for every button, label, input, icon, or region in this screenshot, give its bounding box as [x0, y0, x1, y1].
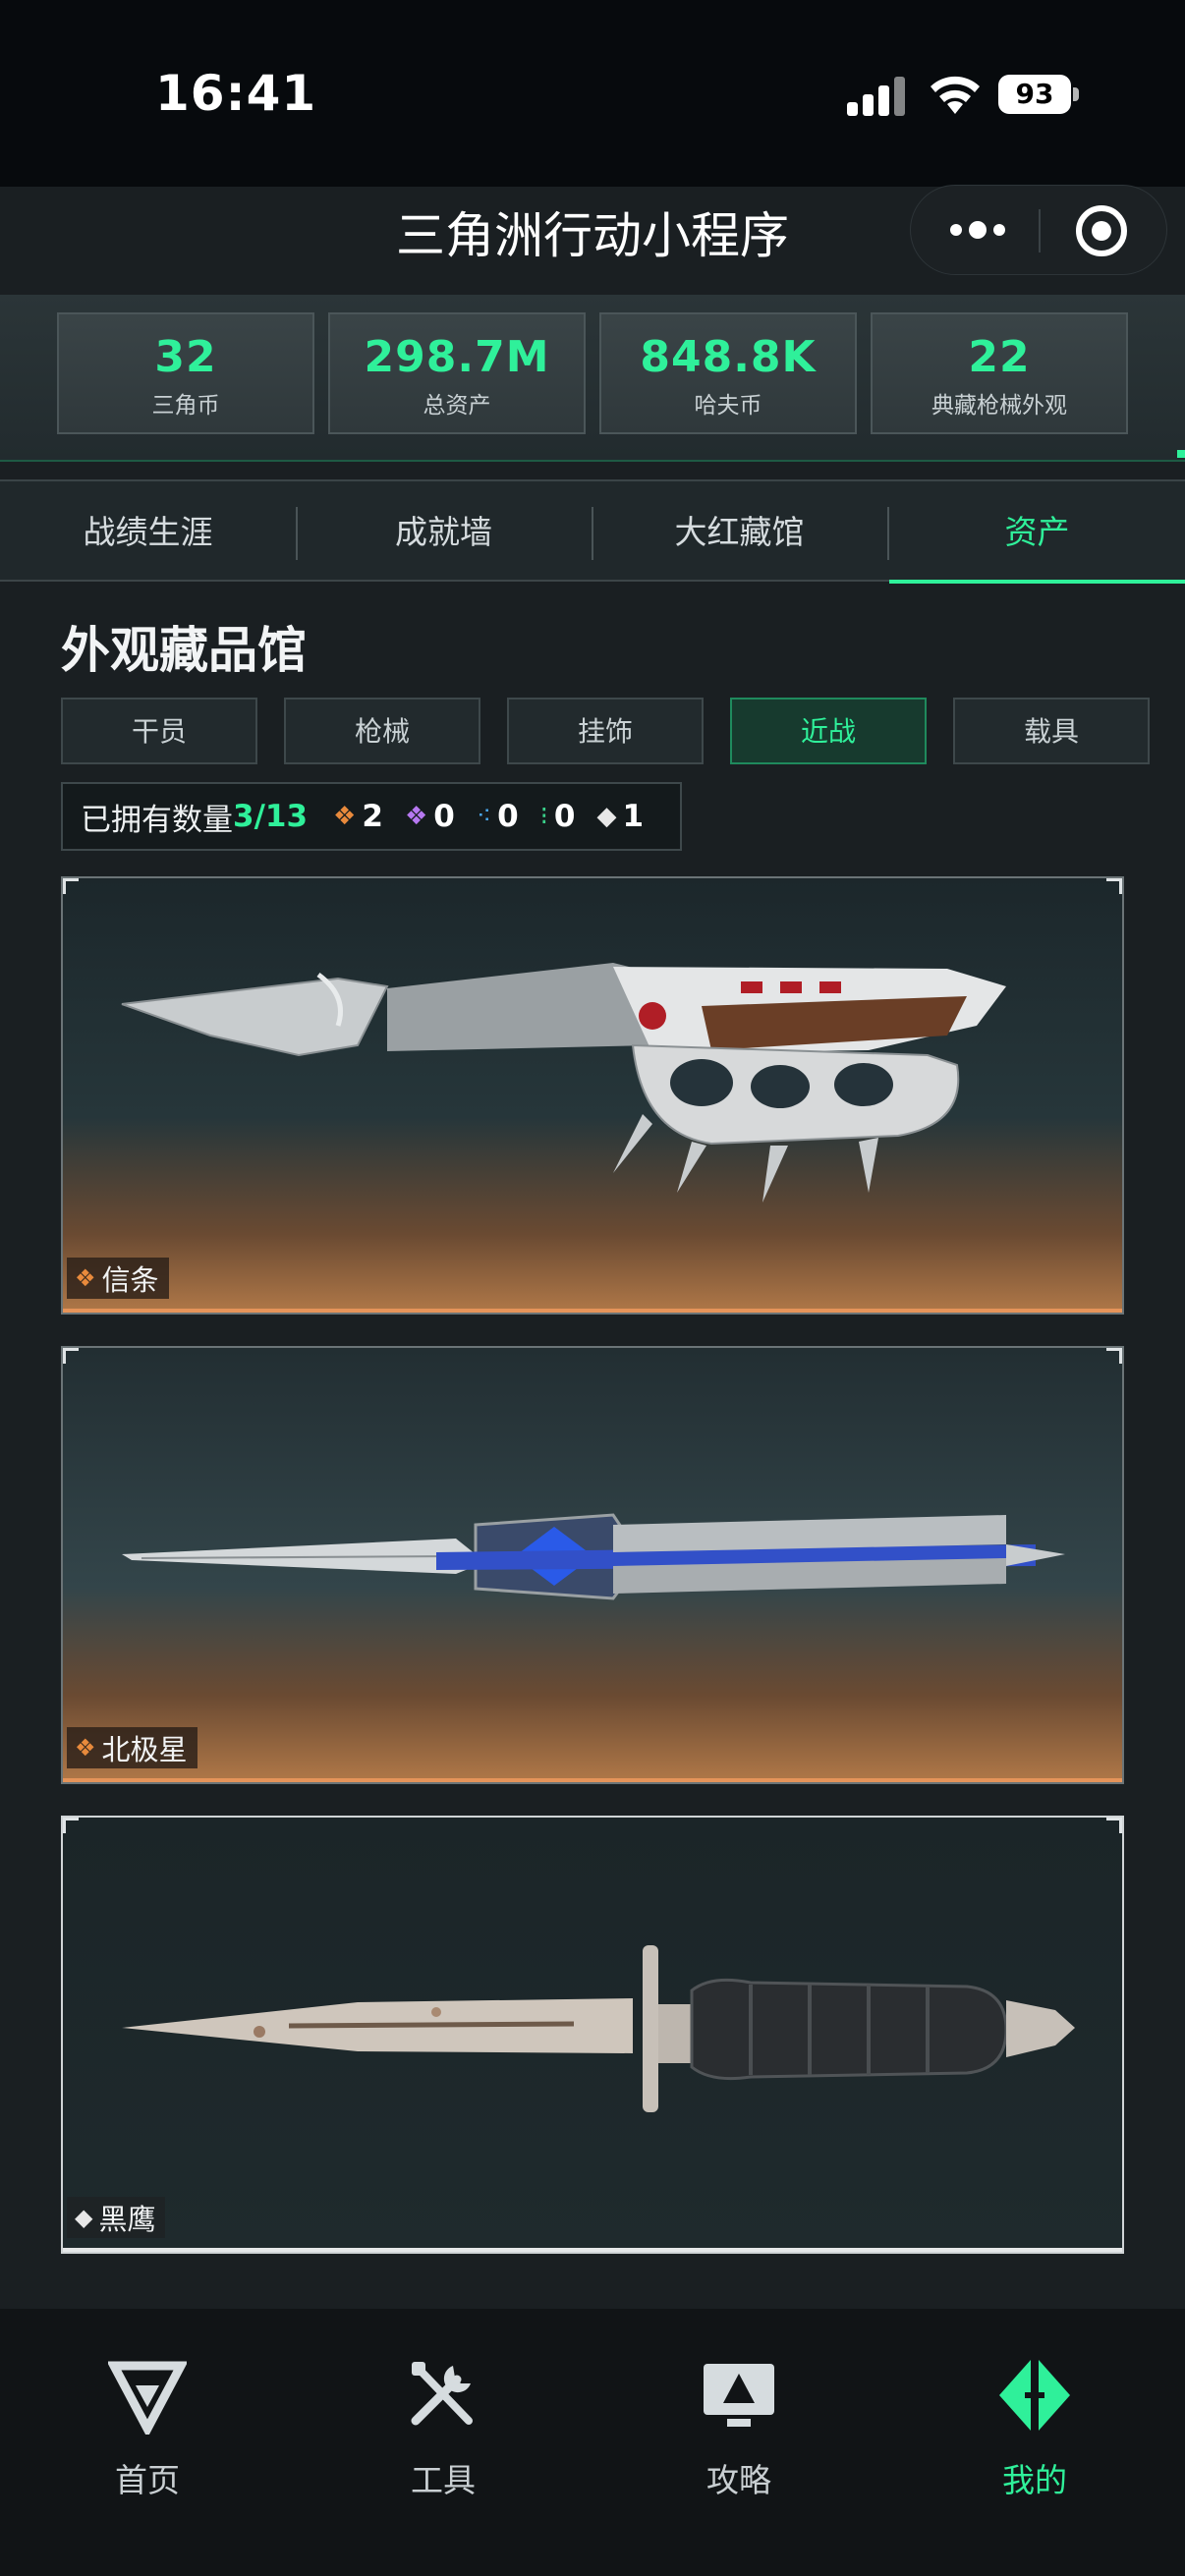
- subtab-charms[interactable]: 挂饰: [507, 698, 704, 764]
- monitor-guide-icon: [704, 2364, 774, 2427]
- tab-red-collection[interactable]: 大红藏馆: [592, 481, 887, 584]
- stat-label: 三角币: [151, 393, 220, 419]
- wifi-icon: [931, 76, 980, 114]
- item-name: 黑鹰: [98, 2203, 156, 2236]
- purple-diamond-icon: ❖: [404, 802, 428, 831]
- white-diamond-icon: ◆: [596, 802, 617, 831]
- orange-diamond-icon: ❖: [75, 1264, 96, 1292]
- rarity-purple: ❖ 0: [404, 799, 455, 834]
- item-name: 北极星: [101, 1733, 188, 1766]
- tab-career[interactable]: 战绩生涯: [0, 481, 296, 584]
- owned-count-bar: 已拥有数量 3/13 ❖ 2 ❖ 0 ⁖ 0 ⁝ 0 ◆ 1: [61, 782, 682, 851]
- signal-icon: [847, 77, 905, 116]
- subtab-melee[interactable]: 近战: [730, 698, 927, 764]
- owned-label: 已拥有数量: [81, 802, 233, 838]
- more-icon[interactable]: [948, 215, 1007, 245]
- stat-value: 32: [154, 332, 217, 382]
- item-card[interactable]: ❖ 信条: [61, 876, 1124, 1315]
- nav-profile[interactable]: 我的: [936, 2356, 1133, 2501]
- subtab-vehicles[interactable]: 载具: [953, 698, 1150, 764]
- nav-home[interactable]: 首页: [49, 2356, 246, 2501]
- profile-diamond-icon: [999, 2360, 1070, 2431]
- stat-value: 22: [968, 332, 1031, 382]
- nav-label: 攻略: [706, 2461, 771, 2499]
- tools-icon: [411, 2362, 473, 2426]
- rarity-white: ◆ 1: [596, 799, 645, 834]
- stat-value: 298.7M: [364, 332, 550, 382]
- section-title: 外观藏品馆: [61, 622, 307, 679]
- combat-knife-image: [122, 1945, 1075, 2112]
- delta-logo-icon: [108, 2361, 187, 2435]
- nav-guides[interactable]: 攻略: [641, 2356, 837, 2501]
- miniprogram-capsule: [910, 185, 1167, 275]
- stat-label: 总资产: [423, 393, 491, 419]
- green-diamond-icon: ⁝: [539, 802, 548, 831]
- status-bar: 16:41 93 三角洲行动小程序: [0, 0, 1185, 275]
- rarity-blue: ⁖ 0: [476, 799, 519, 834]
- nav-label: 工具: [411, 2461, 476, 2499]
- orange-diamond-icon: ❖: [75, 1734, 96, 1762]
- subtab-operators[interactable]: 干员: [61, 698, 257, 764]
- item-tag: ◆ 黑鹰: [67, 2197, 166, 2238]
- nav-tools[interactable]: 工具: [345, 2356, 541, 2501]
- item-card[interactable]: ◆ 黑鹰: [61, 1816, 1124, 2254]
- battery-icon: 93: [998, 75, 1079, 114]
- dagger-image: [122, 1513, 1065, 1600]
- item-tag: ❖ 北极星: [67, 1727, 198, 1768]
- blue-diamond-icon: ⁖: [476, 802, 492, 831]
- stat-card-haf-coin: 848.8K 哈夫币: [599, 312, 857, 434]
- status-time: 16:41: [155, 65, 317, 122]
- bottom-nav: 首页 工具 攻略 我的: [0, 2309, 1185, 2576]
- item-card[interactable]: ❖ 北极星: [61, 1346, 1124, 1784]
- stat-label: 哈夫币: [694, 393, 762, 419]
- orange-diamond-icon: ❖: [333, 802, 357, 831]
- subtab-guns[interactable]: 枪械: [284, 698, 480, 764]
- stat-card-triangle-coin: 32 三角币: [57, 312, 314, 434]
- stat-card-collection-skins: 22 典藏枪械外观: [871, 312, 1128, 434]
- close-miniprogram-icon[interactable]: [1076, 205, 1127, 256]
- stat-label: 典藏枪械外观: [931, 393, 1067, 419]
- rarity-green: ⁝ 0: [539, 799, 576, 834]
- nav-label: 首页: [115, 2461, 180, 2499]
- white-diamond-icon: ◆: [75, 2204, 93, 2231]
- tab-achievements[interactable]: 成就墙: [296, 481, 592, 584]
- stat-value: 848.8K: [640, 332, 817, 382]
- battery-level: 93: [998, 75, 1071, 114]
- item-tag: ❖ 信条: [67, 1258, 169, 1299]
- knuckle-knife-image: [121, 963, 1006, 1203]
- main-tabs: 战绩生涯 成就墙 大红藏馆 资产: [0, 479, 1185, 584]
- stat-card-total-assets: 298.7M 总资产: [328, 312, 586, 434]
- item-name: 信条: [101, 1263, 159, 1297]
- rarity-orange: ❖ 2: [333, 799, 383, 834]
- nav-label: 我的: [1002, 2461, 1067, 2499]
- stats-band: 32 三角币 298.7M 总资产 848.8K 哈夫币 22 典藏枪械外观: [0, 295, 1185, 462]
- owned-count: 3/13: [233, 799, 309, 834]
- tab-assets[interactable]: 资产: [889, 481, 1185, 584]
